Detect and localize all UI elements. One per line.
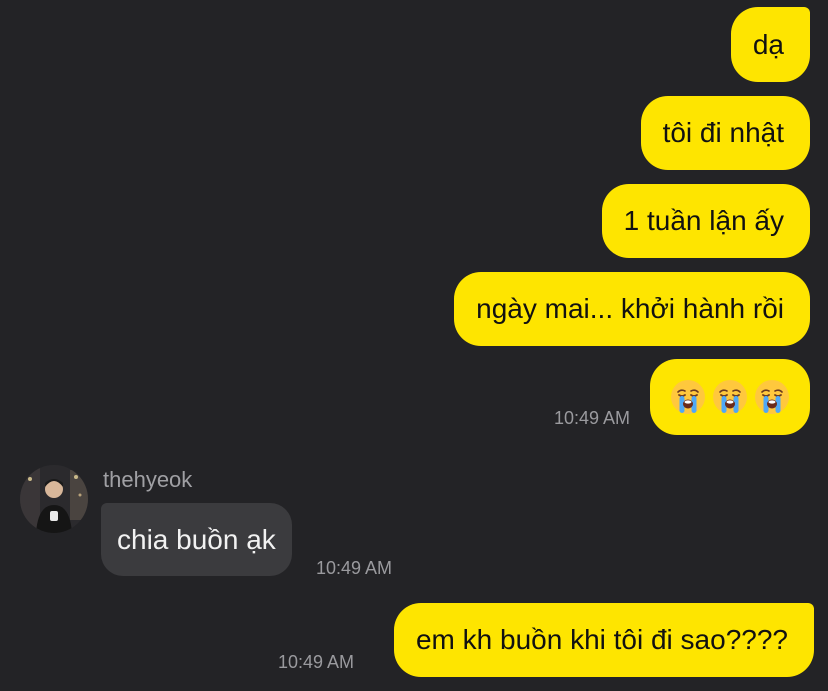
outgoing-message-bubble[interactable] <box>650 359 810 435</box>
message-timestamp: 10:49 AM <box>316 558 393 578</box>
outgoing-message-bubble[interactable]: tôi đi nhật <box>640 96 810 170</box>
message-text: 1 tuần lận ấy <box>623 205 784 236</box>
crying-face-emoji-icon <box>755 380 789 414</box>
message-text: tôi đi nhật <box>662 117 784 148</box>
contact-avatar[interactable] <box>20 465 88 533</box>
message-timestamp: 10:49 AM <box>277 652 354 672</box>
message-timestamp: 10:49 AM <box>553 408 630 428</box>
contact-name: thehyeok <box>103 467 193 492</box>
outgoing-message-bubble[interactable]: ngày mai... khởi hành rồi <box>454 272 810 346</box>
message-text: em kh buồn khi tôi đi sao???? <box>415 624 788 655</box>
message-text: ngày mai... khởi hành rồi <box>476 293 784 324</box>
message-text: dạ <box>752 28 784 60</box>
avatar-photo-icon <box>20 465 88 533</box>
incoming-message-bubble[interactable]: chia buồn ạk <box>101 503 292 576</box>
emoji-row <box>670 379 790 415</box>
crying-face-emoji-icon <box>713 380 747 414</box>
outgoing-message-bubble[interactable]: 1 tuần lận ấy <box>601 184 810 258</box>
message-text: chia buồn ạk <box>117 523 276 555</box>
outgoing-message-bubble[interactable]: em kh buồn khi tôi đi sao???? <box>393 603 814 677</box>
crying-face-emoji-icon <box>671 380 705 414</box>
outgoing-message-bubble[interactable]: dạ <box>730 7 810 82</box>
